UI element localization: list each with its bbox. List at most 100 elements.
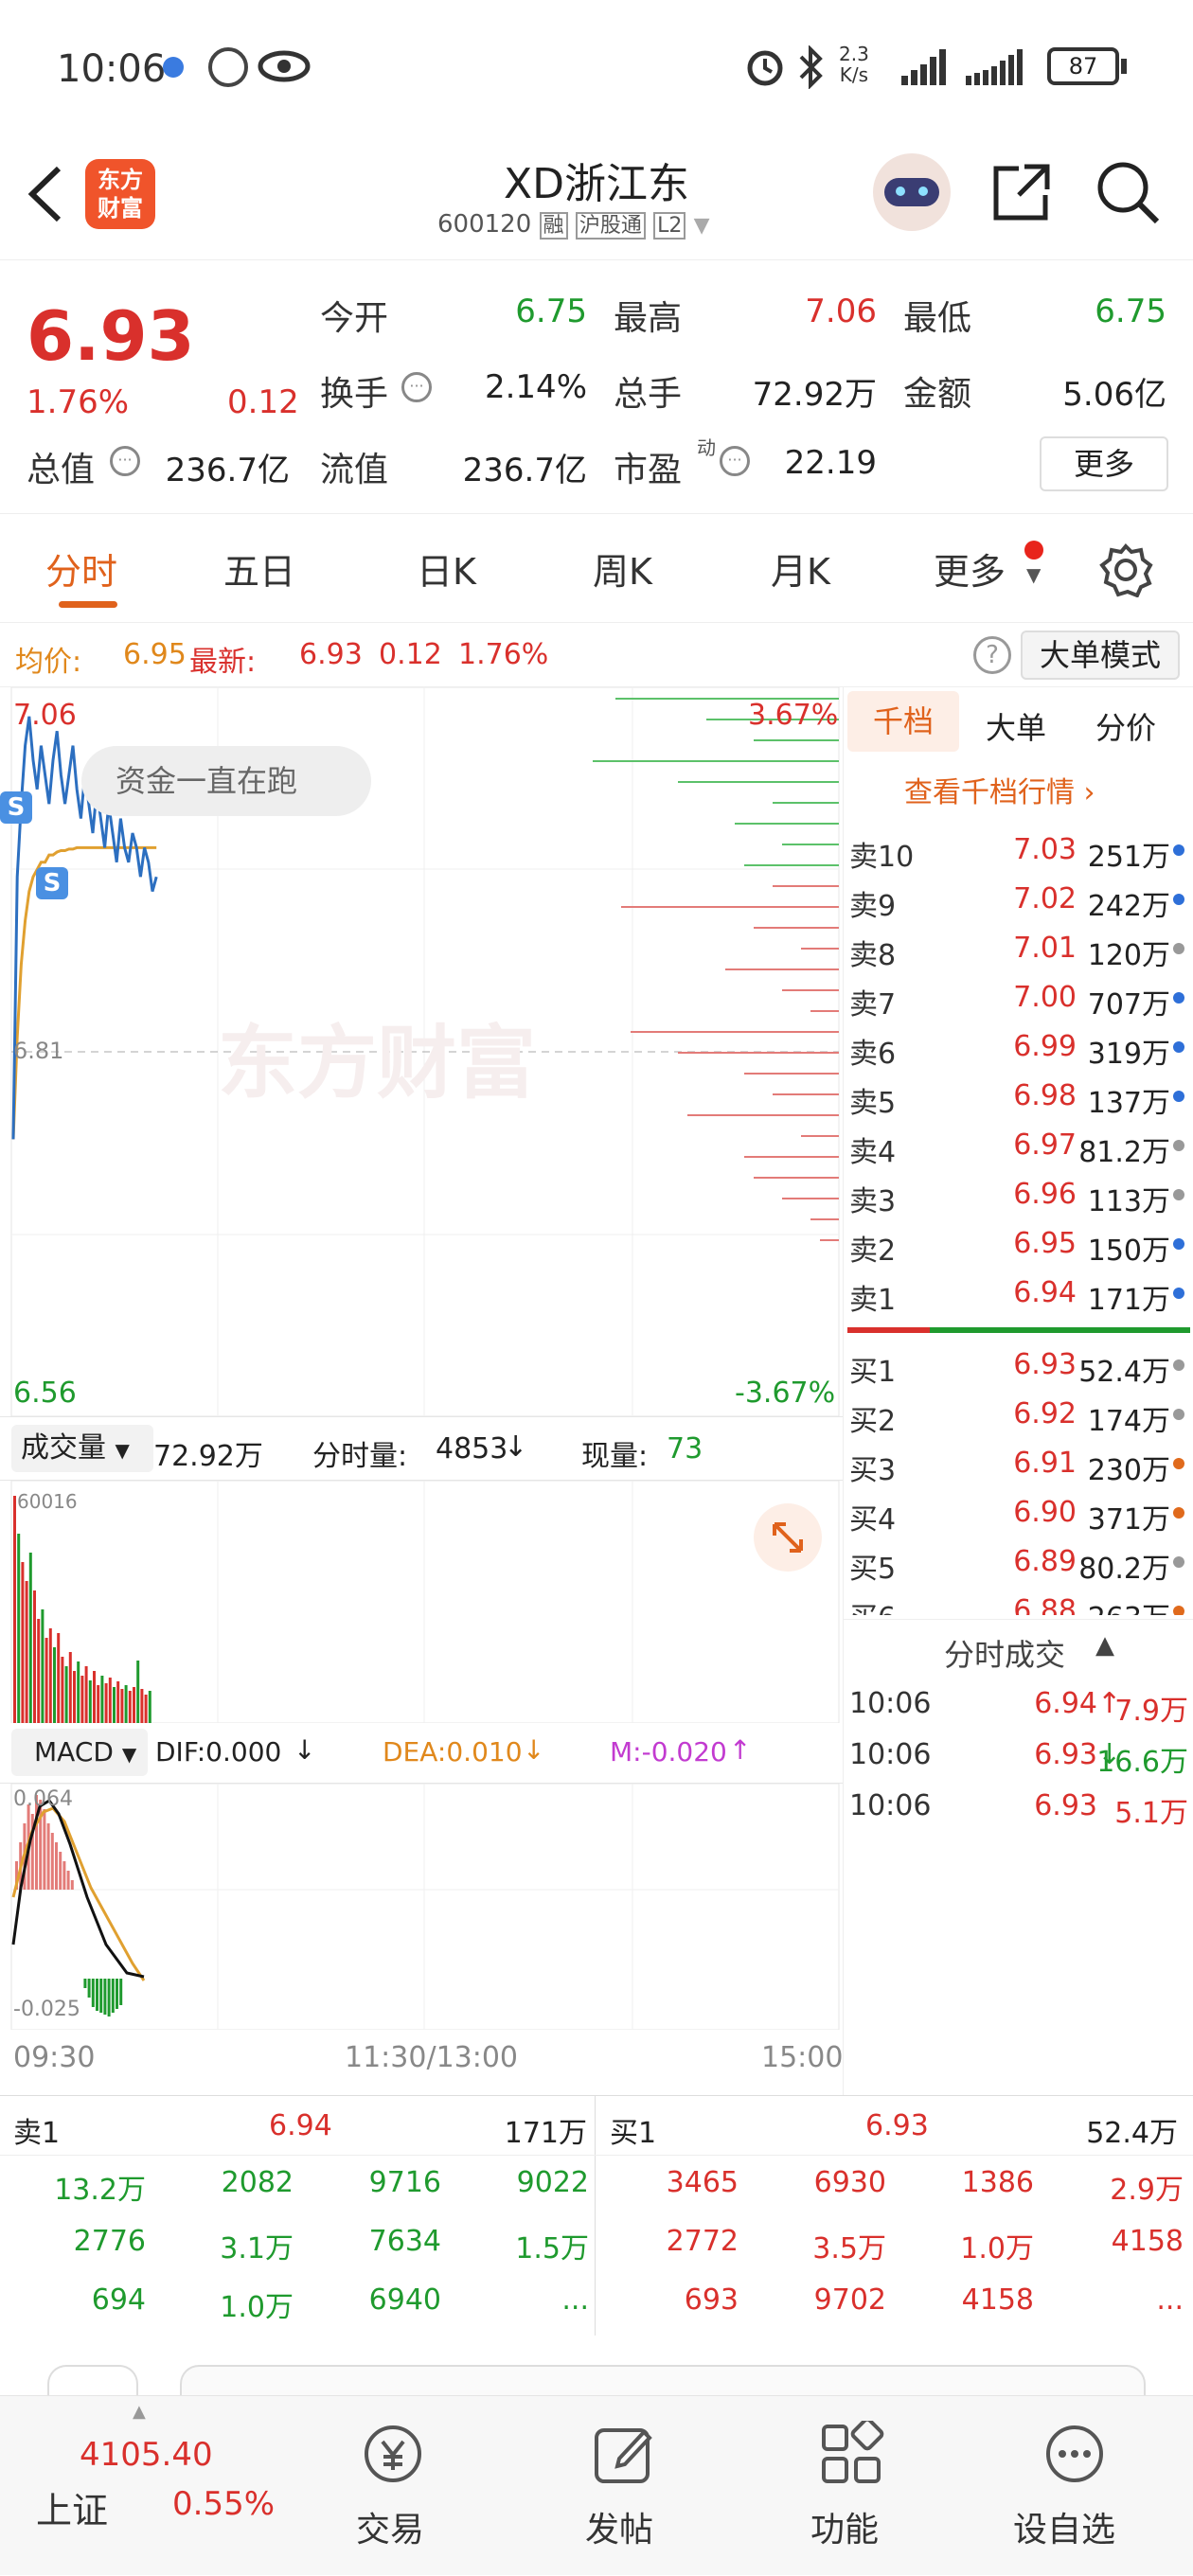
tick-volume-value: 4853 — [436, 1432, 508, 1466]
y-high-label: 7.06 — [13, 699, 77, 732]
order-dot-icon — [1173, 1507, 1184, 1519]
sell-level-price: 7.00 — [1013, 981, 1077, 1014]
sell-level-row[interactable]: 卖4 6.97 81.2万 — [844, 1121, 1193, 1170]
nav-functions[interactable]: 功能 — [792, 2396, 905, 2576]
tick-row: 10:06 6.93 5.1万 — [844, 1780, 1193, 1830]
volume-bar — [136, 1661, 140, 1723]
tab-five-day[interactable]: 五日 — [223, 542, 295, 595]
buy-level-row[interactable]: 买4 6.90 371万 — [844, 1488, 1193, 1537]
volume-selector[interactable]: 成交量 ▼ — [11, 1425, 153, 1472]
capital-flow-bubble[interactable]: 资金一直在跑 — [81, 746, 371, 816]
buy-level-row[interactable]: 买6 6.88263万 — [844, 1587, 1193, 1615]
queue-order: ... — [1156, 2283, 1184, 2317]
search-icon[interactable] — [1095, 159, 1161, 225]
nav-add-watchlist[interactable]: 设自选 — [1004, 2396, 1146, 2576]
more-button[interactable]: 更多 — [1040, 436, 1168, 491]
settings-gear-icon[interactable] — [1098, 542, 1153, 597]
ticks-title[interactable]: 分时成交 — [944, 1631, 1065, 1675]
bid-ask-ratio-bar — [847, 1327, 1190, 1333]
sell-level-label: 卖9 — [849, 890, 897, 923]
buy-level-row[interactable]: 买2 6.92 174万 — [844, 1390, 1193, 1439]
large-order-mode-button[interactable]: 大单模式 — [1021, 631, 1180, 680]
index-ticker[interactable]: ▲ 4105.40 上证 0.55% — [0, 2396, 312, 2576]
index-value: 4105.40 — [80, 2436, 213, 2474]
tab-intraday[interactable]: 分时 — [45, 542, 117, 595]
expand-icon[interactable] — [754, 1503, 822, 1572]
watermark: 东方财富 — [218, 1017, 537, 1110]
order-queue-panel: 卖1 6.94 171万 买1 6.93 52.4万 13.2万 2082 9716… — [0, 2095, 1193, 2336]
tab-large-orders[interactable]: 大单 — [986, 704, 1046, 748]
latest-value: 6.93 — [299, 638, 363, 671]
volume-header: 成交量 ▼ 72.92万 分时量: 4853 ↓ 现量: 73 — [0, 1416, 843, 1481]
tick-time: 10:06 — [849, 1738, 932, 1771]
buy-level-row[interactable]: 买5 6.89 80.2万 — [844, 1537, 1193, 1587]
buy-level-price: 6.88 — [1013, 1594, 1077, 1615]
order-dot-icon — [1173, 894, 1184, 905]
tab-price-distribution[interactable]: 分价 — [1095, 704, 1156, 748]
tab-day-k[interactable]: 日K — [417, 542, 476, 595]
total-hands-label: 总手 — [614, 375, 683, 414]
tick-time: 10:06 — [849, 1789, 932, 1822]
tab-month-k[interactable]: 月K — [771, 542, 830, 595]
nav-trade[interactable]: 交易 — [337, 2396, 451, 2576]
macd-chart[interactable] — [0, 1784, 843, 2030]
info-icon[interactable]: ··· — [401, 372, 432, 402]
eastmoney-logo[interactable]: 东方 财富 — [85, 159, 155, 229]
tab-more[interactable]: 更多 — [934, 542, 1006, 595]
info-icon[interactable]: ··· — [720, 446, 750, 476]
buy1-label: 买1 — [610, 2117, 657, 2150]
share-icon[interactable] — [990, 161, 1053, 223]
back-arrow-icon[interactable] — [21, 161, 68, 227]
nav-post[interactable]: 发帖 — [566, 2396, 680, 2576]
dropdown-icon[interactable]: ▼ — [694, 214, 710, 238]
sell-level-row[interactable]: 卖6 6.99 319万 — [844, 1022, 1193, 1072]
dropdown-icon[interactable]: ▼ — [1026, 563, 1041, 586]
robot-assistant-icon[interactable] — [873, 153, 951, 231]
macd-selector[interactable]: MACD ▼ — [11, 1729, 148, 1776]
stock-code-row[interactable]: 600120 融 沪股通 L2 ▼ — [437, 208, 710, 240]
signal-icon — [901, 49, 946, 85]
tab-level-book[interactable]: 千档 — [847, 691, 959, 752]
order-dot-icon — [1173, 1041, 1184, 1053]
tag-l2: L2 — [653, 212, 686, 240]
sell-level-label: 卖5 — [849, 1087, 897, 1120]
time-end: 15:00 — [761, 2041, 844, 2074]
sell-level-row[interactable]: 卖9 7.02 242万 — [844, 875, 1193, 924]
macd-bar — [91, 1979, 95, 2007]
volume-bar — [73, 1671, 76, 1723]
volume-bar — [57, 1633, 61, 1723]
buy-level-row[interactable]: 买1 6.93 52.4万 — [844, 1341, 1193, 1390]
volume-bar — [48, 1628, 52, 1723]
volume-chart[interactable] — [0, 1481, 843, 1723]
sell-level-row[interactable]: 卖1 6.94 171万 — [844, 1269, 1193, 1318]
avg-label: 均价: — [15, 646, 82, 679]
sell-level-label: 卖8 — [849, 939, 897, 972]
sell-level-row[interactable]: 卖3 6.96 113万 — [844, 1170, 1193, 1219]
sell-level-price: 6.99 — [1013, 1030, 1077, 1063]
pct-high-label: 3.67% — [748, 699, 839, 732]
sell-level-row[interactable]: 卖7 7.00 707万 — [844, 973, 1193, 1022]
help-icon[interactable]: ? — [973, 636, 1011, 674]
signal-s-icon[interactable]: S — [36, 867, 68, 899]
buy-level-row[interactable]: 买3 6.91 230万 — [844, 1439, 1193, 1488]
sell-level-label: 卖6 — [849, 1038, 897, 1071]
active-tab-indicator — [59, 601, 117, 608]
info-icon[interactable]: ··· — [110, 446, 140, 476]
buy1-price: 6.93 — [865, 2109, 929, 2142]
dea-value: DEA:0.010 — [383, 1736, 523, 1768]
sell-level-row[interactable]: 卖8 7.01 120万 — [844, 924, 1193, 973]
market-cap-label: 总值 — [27, 451, 96, 489]
stock-header: 东方 财富 XD浙江东 600120 融 沪股通 L2 ▼ — [0, 142, 1193, 260]
signal-s-icon[interactable]: S — [0, 791, 32, 824]
buy-level-price: 6.89 — [1013, 1545, 1077, 1578]
view-full-book-link[interactable]: 查看千档行情 › — [904, 769, 1095, 810]
collapse-icon[interactable]: ▲ — [1095, 1631, 1114, 1660]
sell-level-row[interactable]: 卖5 6.98 137万 — [844, 1072, 1193, 1121]
macd-bar — [103, 1979, 107, 2015]
queue-order: 3465 — [666, 2166, 739, 2199]
sell-level-row[interactable]: 卖2 6.95 150万 — [844, 1219, 1193, 1269]
turnover-label: 换手 — [320, 375, 389, 414]
tab-week-k[interactable]: 周K — [593, 542, 652, 595]
buy-level-volume: 174万 — [1087, 1405, 1170, 1438]
sell-level-row[interactable]: 卖10 7.03 251万 — [844, 826, 1193, 875]
